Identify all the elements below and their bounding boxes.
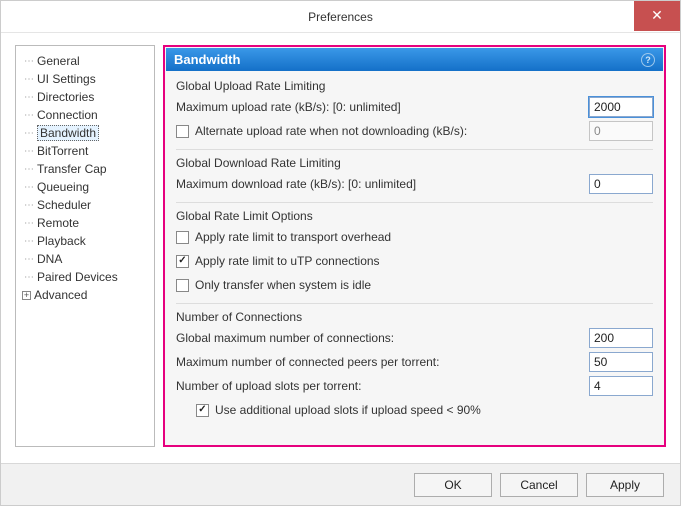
sidebar-item-dna[interactable]: ⋯ DNA bbox=[20, 250, 150, 268]
alt-upload-label: Alternate upload rate when not downloadi… bbox=[195, 124, 467, 138]
sidebar-item-label: Paired Devices bbox=[37, 270, 118, 284]
tree-dots-icon: ⋯ bbox=[24, 74, 33, 85]
sidebar-item-general[interactable]: ⋯ General bbox=[20, 52, 150, 70]
tree-dots-icon: ⋯ bbox=[24, 164, 33, 175]
sidebar-item-transfer-cap[interactable]: ⋯ Transfer Cap bbox=[20, 160, 150, 178]
sidebar-item-label: Connection bbox=[37, 108, 98, 122]
sidebar-item-label: Playback bbox=[37, 234, 86, 248]
tree-dots-icon: ⋯ bbox=[24, 92, 33, 103]
upload-group-title: Global Upload Rate Limiting bbox=[176, 79, 653, 93]
sidebar-item-label: Advanced bbox=[34, 288, 87, 302]
tree-dots-icon: ⋯ bbox=[24, 200, 33, 211]
dialog-buttons: OK Cancel Apply bbox=[1, 463, 680, 505]
sidebar-item-queueing[interactable]: ⋯ Queueing bbox=[20, 178, 150, 196]
sidebar-item-label: UI Settings bbox=[37, 72, 96, 86]
sidebar-item-label: General bbox=[37, 54, 80, 68]
slots-label: Number of upload slots per torrent: bbox=[176, 379, 361, 393]
sidebar-item-directories[interactable]: ⋯ Directories bbox=[20, 88, 150, 106]
apply-button[interactable]: Apply bbox=[586, 473, 664, 497]
sidebar-item-label: DNA bbox=[37, 252, 62, 266]
global-max-label: Global maximum number of connections: bbox=[176, 331, 394, 345]
extra-slots-label: Use additional upload slots if upload sp… bbox=[215, 403, 481, 417]
max-upload-input[interactable] bbox=[589, 97, 653, 117]
tree-dots-icon: ⋯ bbox=[24, 236, 33, 247]
alt-upload-checkbox[interactable] bbox=[176, 125, 189, 138]
panel-title: Bandwidth bbox=[174, 52, 240, 67]
peers-input[interactable] bbox=[589, 352, 653, 372]
idle-checkbox[interactable] bbox=[176, 279, 189, 292]
ok-button[interactable]: OK bbox=[414, 473, 492, 497]
preferences-window: Preferences ✕ ⋯ General ⋯ UI Settings ⋯ Direc… bbox=[0, 0, 681, 506]
overhead-checkbox[interactable] bbox=[176, 231, 189, 244]
tree-dots-icon: ⋯ bbox=[24, 254, 33, 265]
sidebar-item-ui-settings[interactable]: ⋯ UI Settings bbox=[20, 70, 150, 88]
sidebar-item-playback[interactable]: ⋯ Playback bbox=[20, 232, 150, 250]
sidebar-item-label: Transfer Cap bbox=[37, 162, 107, 176]
alt-upload-input bbox=[589, 121, 653, 141]
sidebar-item-bittorrent[interactable]: ⋯ BitTorrent bbox=[20, 142, 150, 160]
sidebar-item-label: Bandwidth bbox=[37, 125, 99, 141]
max-download-label: Maximum download rate (kB/s): [0: unlimi… bbox=[176, 177, 416, 191]
extra-slots-checkbox[interactable] bbox=[196, 404, 209, 417]
sidebar-item-remote[interactable]: ⋯ Remote bbox=[20, 214, 150, 232]
sidebar-item-label: Queueing bbox=[37, 180, 89, 194]
help-icon[interactable]: ? bbox=[641, 53, 655, 67]
tree-dots-icon: ⋯ bbox=[24, 146, 33, 157]
category-tree[interactable]: ⋯ General ⋯ UI Settings ⋯ Directories ⋯ Connect… bbox=[15, 45, 155, 447]
bandwidth-panel: Bandwidth ? Global Upload Rate Limiting … bbox=[163, 45, 666, 447]
sidebar-item-bandwidth[interactable]: ⋯ Bandwidth bbox=[20, 124, 150, 142]
tree-dots-icon: ⋯ bbox=[24, 182, 33, 193]
idle-label: Only transfer when system is idle bbox=[195, 278, 371, 292]
titlebar: Preferences ✕ bbox=[1, 1, 680, 33]
peers-label: Maximum number of connected peers per to… bbox=[176, 355, 439, 369]
tree-dots-icon: ⋯ bbox=[24, 218, 33, 229]
panel-header: Bandwidth ? bbox=[166, 48, 663, 71]
max-upload-label: Maximum upload rate (kB/s): [0: unlimite… bbox=[176, 100, 401, 114]
global-max-input[interactable] bbox=[589, 328, 653, 348]
connections-group-title: Number of Connections bbox=[176, 310, 653, 324]
sidebar-item-label: Remote bbox=[37, 216, 79, 230]
sidebar-item-connection[interactable]: ⋯ Connection bbox=[20, 106, 150, 124]
utp-checkbox[interactable] bbox=[176, 255, 189, 268]
max-download-input[interactable] bbox=[589, 174, 653, 194]
tree-dots-icon: ⋯ bbox=[24, 272, 33, 283]
cancel-button[interactable]: Cancel bbox=[500, 473, 578, 497]
slots-input[interactable] bbox=[589, 376, 653, 396]
sidebar-item-label: BitTorrent bbox=[37, 144, 88, 158]
window-title: Preferences bbox=[1, 1, 680, 33]
expand-icon[interactable]: + bbox=[22, 291, 31, 300]
sidebar-item-label: Scheduler bbox=[37, 198, 91, 212]
options-group-title: Global Rate Limit Options bbox=[176, 209, 653, 223]
download-group-title: Global Download Rate Limiting bbox=[176, 156, 653, 170]
close-button[interactable]: ✕ bbox=[634, 1, 680, 31]
sidebar-item-label: Directories bbox=[37, 90, 94, 104]
utp-label: Apply rate limit to uTP connections bbox=[195, 254, 380, 268]
sidebar-item-paired-devices[interactable]: ⋯ Paired Devices bbox=[20, 268, 150, 286]
tree-dots-icon: ⋯ bbox=[24, 128, 33, 139]
tree-dots-icon: ⋯ bbox=[24, 110, 33, 121]
sidebar-item-advanced[interactable]: +Advanced bbox=[20, 286, 150, 304]
overhead-label: Apply rate limit to transport overhead bbox=[195, 230, 391, 244]
sidebar-item-scheduler[interactable]: ⋯ Scheduler bbox=[20, 196, 150, 214]
tree-dots-icon: ⋯ bbox=[24, 56, 33, 67]
